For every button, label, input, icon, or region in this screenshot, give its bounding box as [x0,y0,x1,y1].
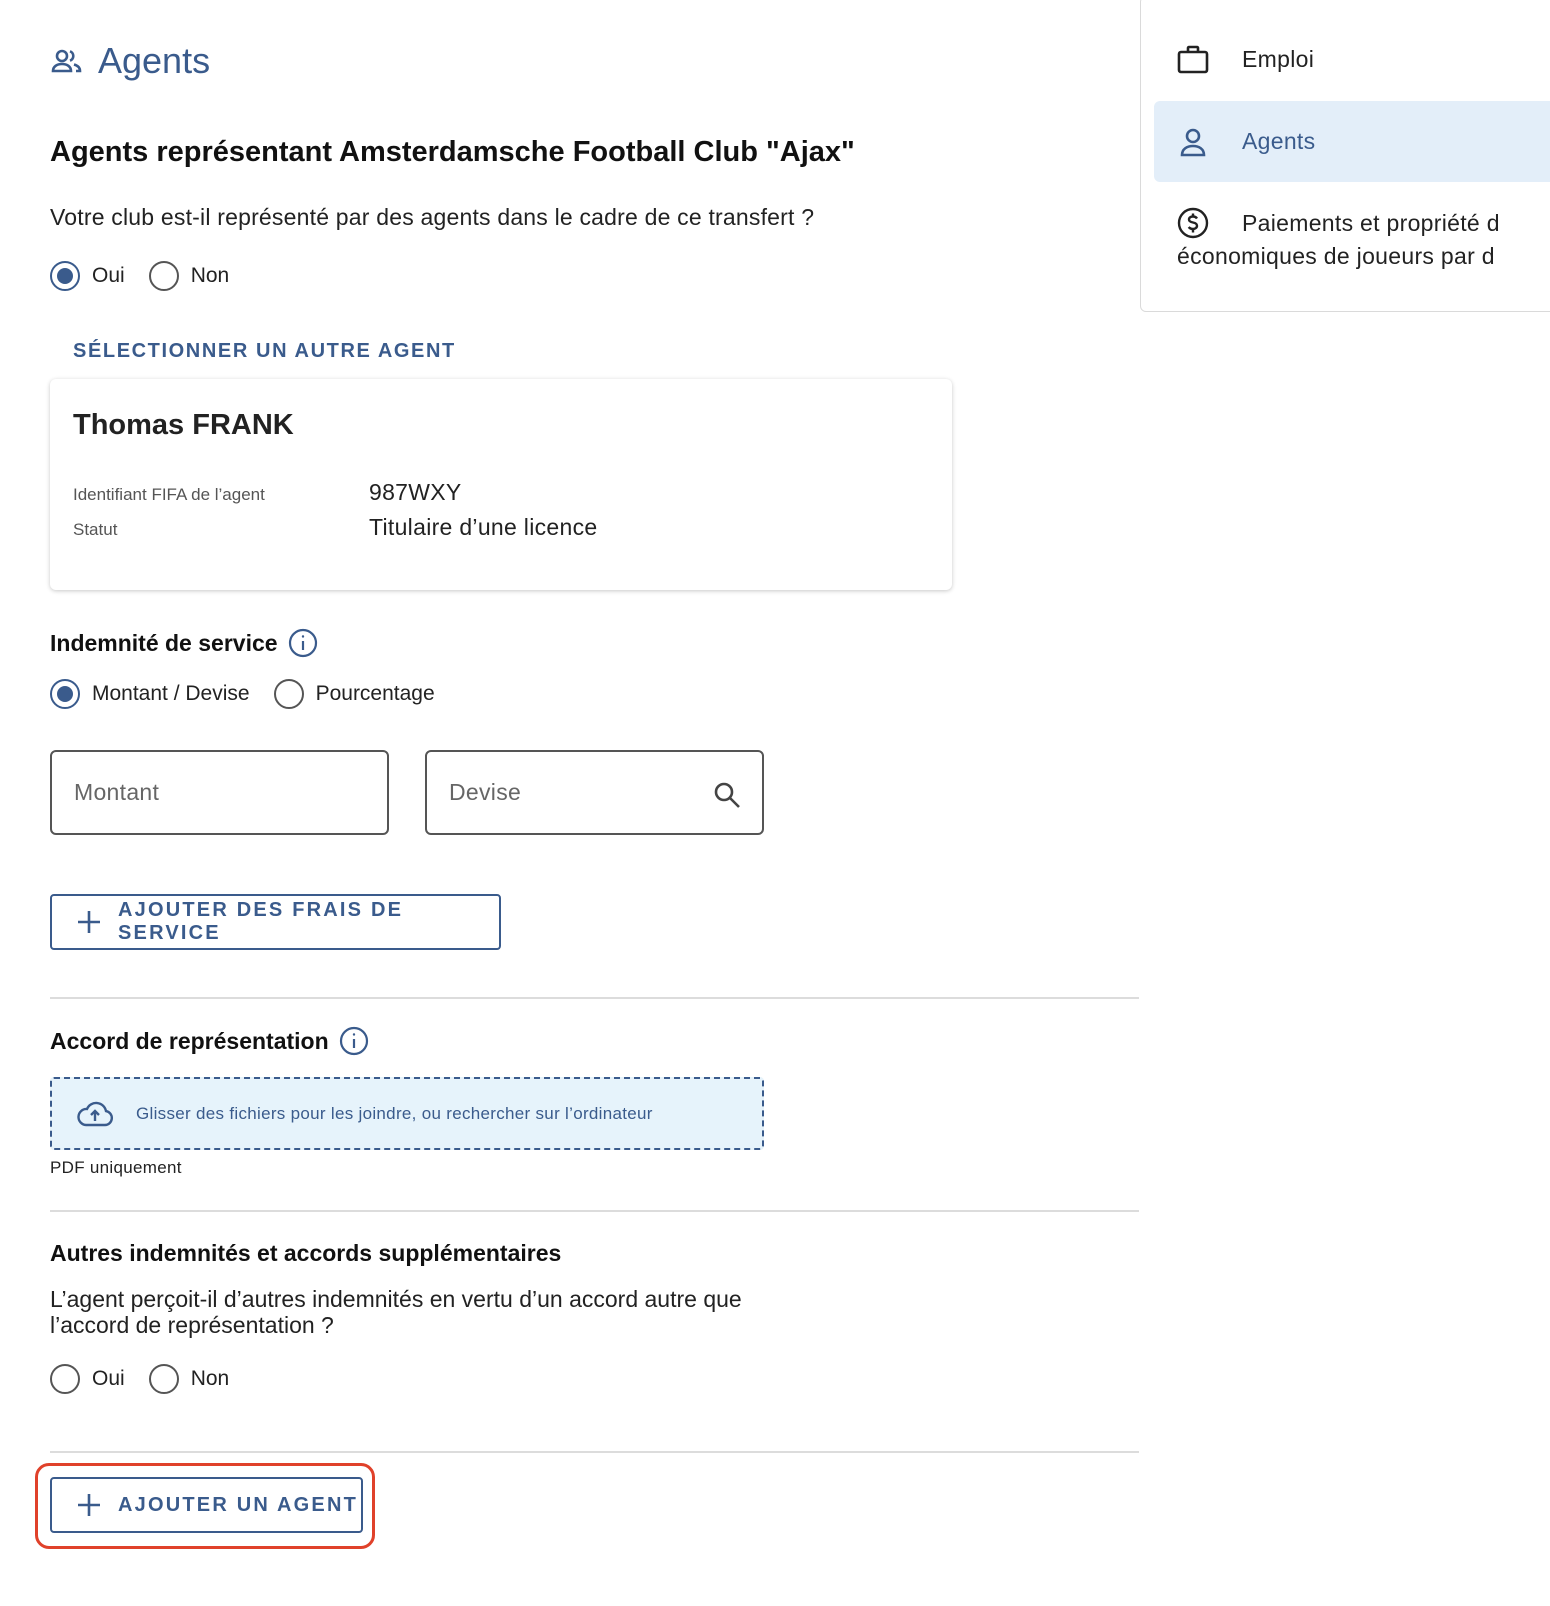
radio-label: Montant / Devise [92,682,250,705]
other-fees-heading: Autres indemnités et accords supplémenta… [50,1240,561,1267]
button-label: AJOUTER UN AGENT [118,1493,359,1516]
divider [50,1451,1139,1453]
amount-field[interactable] [50,750,389,835]
amount-input[interactable] [74,779,387,806]
radio-unchecked-icon[interactable] [50,1364,80,1394]
page-title: Agents [98,40,211,81]
sidebar-item-label: Agents [1242,128,1316,154]
briefcase-icon [1176,42,1210,76]
page-header: Agents [50,40,210,82]
radio-checked-icon[interactable] [50,679,80,709]
represented-radio-group: Oui Non [50,261,253,291]
dollar-circle-icon [1176,206,1210,240]
currency-field[interactable] [425,750,764,835]
dropzone-text: Glisser des fichiers pour les joindre, o… [136,1103,653,1123]
agent-field-fifa-id: Identifiant FIFA de l’agent 987WXY [73,479,462,506]
radio-unchecked-icon[interactable] [273,679,304,709]
radio-represented-non[interactable]: Non [148,261,230,291]
plus-icon [76,909,102,935]
other-fees-title: Autres indemnités et accords supplémenta… [50,1240,562,1266]
search-icon[interactable] [712,780,742,810]
sidebar-item-label-line2: économiques de joueurs par d [1177,243,1495,269]
radio-represented-oui[interactable]: Oui [50,261,125,291]
sidebar-item-label: Paiements et propriété d [1242,209,1500,236]
radio-label: Non [190,1367,230,1390]
radio-percentage[interactable]: Pourcentage [273,679,435,709]
other-fees-question: L’agent perçoit-il d’autres indemnités e… [50,1286,742,1338]
add-agent-button[interactable]: AJOUTER UN AGENT [50,1477,363,1533]
representation-agreement-title: Accord de représentation [50,1027,329,1054]
sidebar-item-agents[interactable]: Agents [1154,101,1550,182]
person-icon [1176,125,1210,159]
field-label: Identifiant FIFA de l’agent [73,485,265,504]
sidebar-item-payments[interactable]: Paiements et propriété d [1154,203,1550,243]
divider [50,1210,1139,1212]
representation-agreement-heading: Accord de représentation [50,1026,369,1056]
sidebar-item-label: Emploi [1242,45,1315,72]
radio-label: Oui [92,264,125,287]
add-service-fee-button[interactable]: AJOUTER DES FRAIS DE SERVICE [50,894,501,950]
sidebar-nav: Emploi Agents Paiements et propriété d é… [1140,0,1550,312]
represented-question: Votre club est-il représenté par des age… [50,204,815,230]
select-other-agent-link[interactable]: SÉLECTIONNER UN AUTRE AGENT [73,340,456,363]
cloud-upload-icon [76,1100,114,1128]
radio-label: Pourcentage [315,682,435,705]
other-fees-radio-group: Oui Non [50,1364,253,1394]
info-icon[interactable] [339,1026,369,1056]
service-fee-heading: Indemnité de service [50,628,318,658]
radio-label: Oui [92,1367,125,1390]
radio-other-fees-non[interactable]: Non [148,1364,230,1394]
people-icon [50,44,84,78]
radio-other-fees-oui[interactable]: Oui [50,1364,125,1394]
agent-card: Thomas FRANK Identifiant FIFA de l’agent… [50,379,952,590]
field-value: 987WXY [369,479,462,505]
section-heading: Agents représentant Amsterdamsche Footba… [50,136,855,168]
agent-field-status: Statut Titulaire d’une licence [73,514,598,541]
info-icon[interactable] [288,628,318,658]
field-value: Titulaire d’une licence [369,514,598,540]
button-label: AJOUTER DES FRAIS DE SERVICE [118,899,404,944]
file-dropzone[interactable]: Glisser des fichiers pour les joindre, o… [50,1077,764,1150]
agent-name: Thomas FRANK [73,409,294,441]
radio-amount-currency[interactable]: Montant / Devise [50,679,250,709]
service-fee-radio-group: Montant / Devise Pourcentage [50,679,459,709]
file-type-hint: PDF uniquement [50,1158,182,1177]
radio-checked-icon[interactable] [50,261,80,291]
divider [50,997,1139,999]
radio-unchecked-icon[interactable] [148,1364,179,1394]
radio-unchecked-icon[interactable] [148,261,179,291]
service-fee-title: Indemnité de service [50,629,278,656]
plus-icon [76,1492,102,1518]
field-label: Statut [73,520,118,539]
sidebar-item-emploi[interactable]: Emploi [1154,19,1550,99]
radio-label: Non [190,264,230,287]
